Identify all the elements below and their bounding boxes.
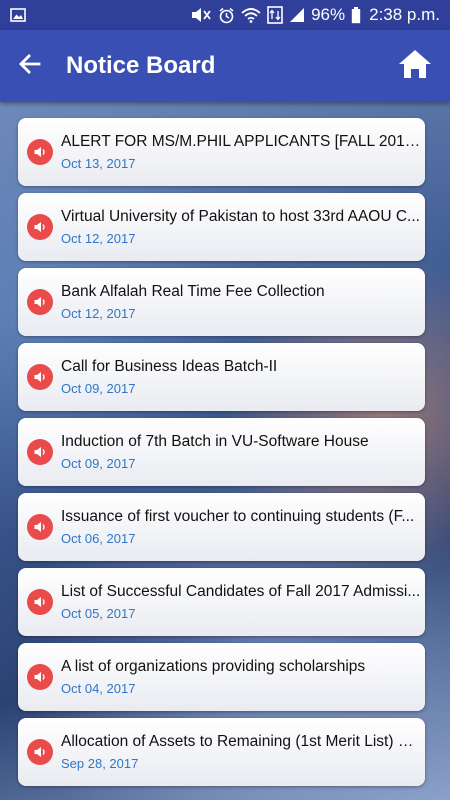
notice-item[interactable]: A list of organizations providing schola… (18, 643, 425, 711)
battery-percent: 96% (311, 5, 346, 24)
notice-item[interactable]: Induction of 7th Batch in VU-Software Ho… (18, 418, 425, 486)
speaker-icon (27, 139, 53, 165)
notice-title: Induction of 7th Batch in VU-Software Ho… (61, 433, 369, 450)
speaker-icon (27, 214, 53, 240)
notice-date: Oct 12, 2017 (61, 306, 136, 321)
notice-date: Oct 12, 2017 (61, 231, 136, 246)
notice-title: Issuance of first voucher to continuing … (61, 508, 415, 525)
notice-text: A list of organizations providing schola… (61, 658, 425, 696)
speaker-icon (27, 289, 53, 315)
notice-title: Virtual University of Pakistan to host 3… (61, 208, 420, 225)
speaker-icon (27, 739, 53, 765)
notice-date: Oct 05, 2017 (61, 606, 136, 621)
notice-list: ALERT FOR MS/M.PHIL APPLICANTS [FALL 201… (0, 102, 450, 786)
notice-date: Sep 28, 2017 (61, 756, 139, 771)
home-icon (398, 49, 432, 84)
notice-title: Call for Business Ideas Batch-II (61, 358, 278, 375)
signal-icon (289, 7, 305, 23)
notice-item[interactable]: Issuance of first voucher to continuing … (18, 493, 425, 561)
speaker-icon (27, 589, 53, 615)
speaker-icon (27, 664, 53, 690)
arrow-left-icon (18, 52, 42, 81)
notice-title: List of Successful Candidates of Fall 20… (61, 583, 421, 600)
speaker-icon (27, 439, 53, 465)
notice-text: List of Successful Candidates of Fall 20… (61, 583, 425, 621)
app-bar: Notice Board (0, 30, 450, 102)
notice-text: ALERT FOR MS/M.PHIL APPLICANTS [FALL 201… (61, 133, 425, 171)
notice-text: Allocation of Assets to Remaining (1st M… (61, 733, 425, 771)
notice-text: Issuance of first voucher to continuing … (61, 508, 425, 546)
notice-item[interactable]: Call for Business Ideas Batch-II Oct 09, … (18, 343, 425, 411)
notice-date: Oct 06, 2017 (61, 531, 136, 546)
notice-text: Induction of 7th Batch in VU-Software Ho… (61, 433, 425, 471)
notice-date: Oct 13, 2017 (61, 156, 136, 171)
battery-icon (351, 6, 361, 24)
notice-title: Allocation of Assets to Remaining (1st M… (61, 733, 422, 750)
alarm-icon (218, 7, 235, 24)
notice-item[interactable]: Allocation of Assets to Remaining (1st M… (18, 718, 425, 786)
notice-text: Virtual University of Pakistan to host 3… (61, 208, 425, 246)
notice-text: Bank Alfalah Real Time Fee Collection Oct… (61, 283, 425, 321)
speaker-icon (27, 514, 53, 540)
status-left (10, 7, 190, 23)
notice-title: Bank Alfalah Real Time Fee Collection (61, 283, 325, 300)
notice-date: Oct 09, 2017 (61, 456, 136, 471)
home-button[interactable] (380, 30, 450, 102)
notice-item[interactable]: Virtual University of Pakistan to host 3… (18, 193, 425, 261)
page-title: Notice Board (66, 52, 216, 79)
mute-icon (190, 7, 212, 23)
notice-title: ALERT FOR MS/M.PHIL APPLICANTS [FALL 201… (61, 133, 425, 150)
speaker-icon (27, 364, 53, 390)
back-button[interactable] (0, 30, 60, 102)
notice-item[interactable]: List of Successful Candidates of Fall 20… (18, 568, 425, 636)
notice-date: Oct 09, 2017 (61, 381, 136, 396)
notice-item[interactable]: Bank Alfalah Real Time Fee Collection Oct… (18, 268, 425, 336)
notice-text: Call for Business Ideas Batch-II Oct 09, … (61, 358, 425, 396)
notice-title: A list of organizations providing schola… (61, 658, 366, 675)
status-bar: 96% 2:38 p.m. (0, 0, 450, 30)
notice-list-area[interactable]: ALERT FOR MS/M.PHIL APPLICANTS [FALL 201… (0, 102, 450, 800)
status-clock: 2:38 p.m. (369, 5, 440, 24)
wifi-icon (241, 7, 261, 23)
notice-item[interactable]: ALERT FOR MS/M.PHIL APPLICANTS [FALL 201… (18, 118, 425, 186)
notice-date: Oct 04, 2017 (61, 681, 136, 696)
status-right: 96% 2:38 p.m. (190, 5, 440, 25)
data-icon (267, 6, 283, 24)
image-icon (10, 7, 26, 23)
